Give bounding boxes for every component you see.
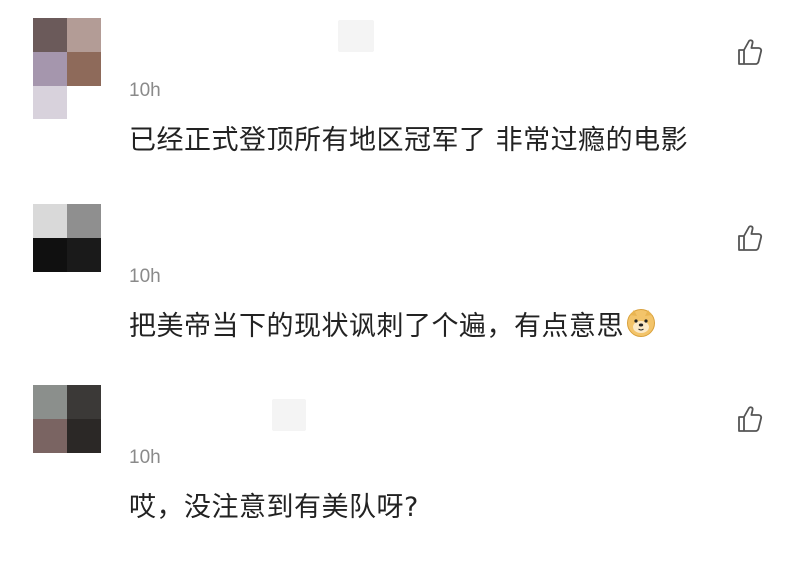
avatar[interactable]: [33, 385, 101, 486]
comment-item: 10h 已经正式登顶所有地区冠军了 非常过瘾的电影: [0, 18, 800, 198]
comment-item: 10h 哎，没注意到有美队呀?: [0, 385, 800, 565]
username-blurred[interactable]: [338, 20, 374, 52]
thumbs-up-icon[interactable]: [734, 403, 766, 435]
comment-text-content: 把美帝当下的现状讽刺了个遍，有点意思: [129, 311, 624, 342]
comment-item: 10h 把美帝当下的现状讽刺了个遍，有点意思: [0, 204, 800, 384]
thumbs-up-icon[interactable]: [734, 222, 766, 254]
comment-time: 10h: [129, 447, 161, 468]
comment-time: 10h: [129, 266, 161, 287]
comment-text: 把美帝当下的现状讽刺了个遍，有点意思: [129, 304, 656, 343]
avatar[interactable]: [33, 18, 101, 119]
comment-text: 已经正式登顶所有地区冠军了 非常过瘾的电影: [129, 125, 689, 156]
comment-text: 哎，没注意到有美队呀?: [129, 492, 419, 523]
doge-emoji-icon: [627, 309, 655, 337]
avatar[interactable]: [33, 204, 101, 305]
thumbs-up-icon[interactable]: [734, 36, 766, 68]
username-blurred[interactable]: [272, 399, 306, 431]
comment-time: 10h: [129, 80, 161, 101]
